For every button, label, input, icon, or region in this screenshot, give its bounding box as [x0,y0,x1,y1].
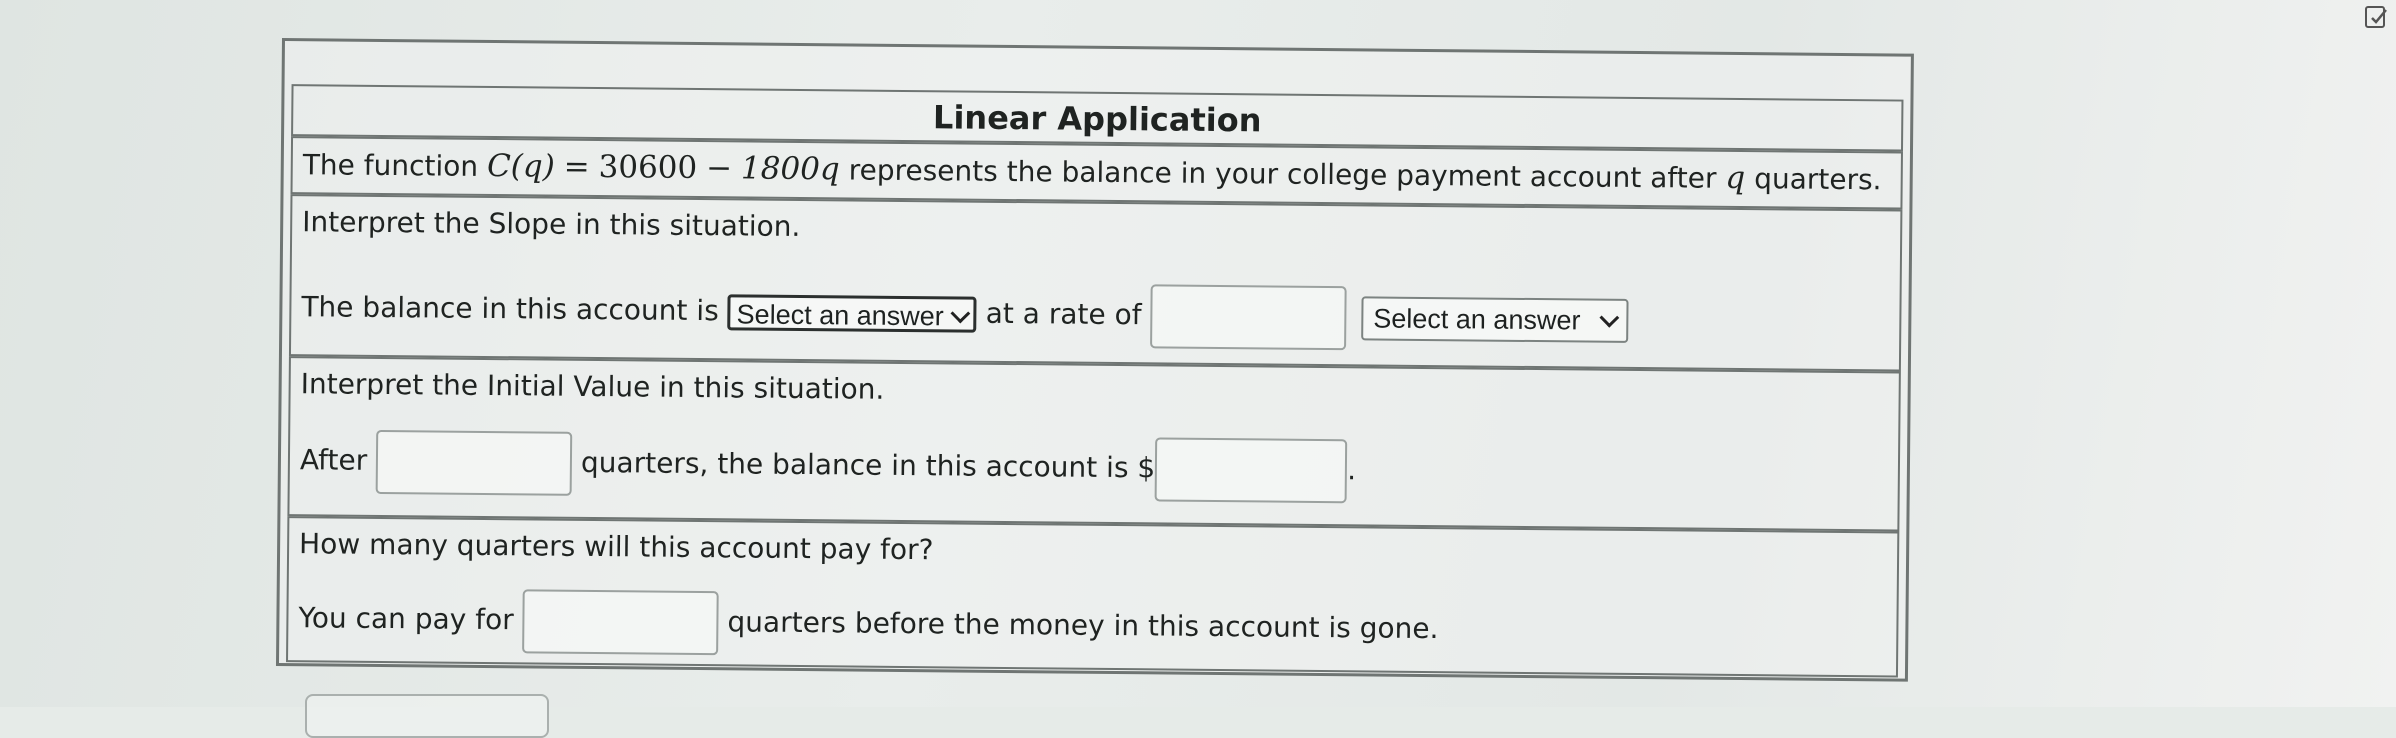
question-card: Linear Application The function C(q) = 3… [275,38,1914,682]
rate-unit-select[interactable]: Select an answer [1361,296,1629,343]
quarters-prompt: How many quarters will this account pay … [298,527,934,567]
statement-middle: represents the balance in your college p… [848,153,1717,195]
slope-prompt: Interpret the Slope in this situation. [302,205,801,243]
initial-value-section: Interpret the Initial Value in this situ… [287,356,1901,532]
minus-sign: − [705,150,733,187]
balance-text: quarters, the balance in this account is… [580,445,1156,485]
quarters-section: How many quarters will this account pay … [286,516,1900,678]
slope-term: 1800q [740,150,840,188]
balance-input[interactable] [1154,437,1348,504]
slope-sentence: The balance in this account is Select an… [301,276,1629,353]
direction-select-label: Select an answer [736,299,944,332]
rate-text: at a rate of [985,296,1142,332]
after-text: After [299,443,368,477]
initial-constant: 30600 [598,149,698,186]
function-name: C(q) [486,147,555,185]
rate-input[interactable] [1150,284,1347,351]
period-text: . [1347,453,1357,487]
function-statement: The function C(q) = 30600 − 1800q repres… [303,146,1882,198]
edit-icon[interactable] [2364,4,2390,30]
submit-button[interactable] [305,694,549,738]
quarters-input[interactable] [375,429,573,496]
quarters-sentence: You can pay for quarters before the mone… [298,586,1439,662]
variable-q: q [1725,159,1746,197]
slope-section: Interpret the Slope in this situation. T… [288,194,1903,372]
quarters-tail-text: quarters before the money in this accoun… [727,605,1439,646]
statement-suffix: quarters. [1753,162,1882,197]
slope-lead-text: The balance in this account is [301,290,719,328]
initial-value-prompt: Interpret the Initial Value in this situ… [300,367,885,406]
statement-prefix: The function [302,148,479,183]
initial-value-sentence: After quarters, the balance in this acco… [299,428,1357,504]
pay-for-text: You can pay for [298,601,514,637]
equals-sign: = [563,148,590,185]
screen-background: Linear Application The function C(q) = 3… [0,0,2396,738]
chevron-down-icon [950,303,971,324]
chevron-down-icon [1599,307,1620,328]
rate-unit-select-label: Select an answer [1373,303,1581,336]
direction-select[interactable]: Select an answer [727,294,977,333]
quarters-count-input[interactable] [522,589,719,656]
